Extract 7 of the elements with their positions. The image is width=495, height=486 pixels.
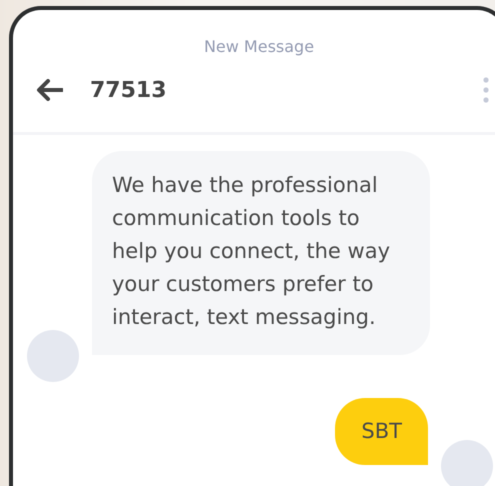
avatar-circle bbox=[27, 330, 79, 382]
message-bubble: We have the professional communication tools to help you connect, the way your customers prefer to interact, text messaging. bbox=[92, 151, 430, 355]
screen-title: New Message bbox=[202, 37, 316, 56]
contact-name: 77513 bbox=[90, 78, 168, 102]
message-bubble: SBT bbox=[335, 398, 428, 465]
back-arrow-icon[interactable] bbox=[36, 79, 63, 101]
avatar-circle bbox=[441, 440, 493, 486]
